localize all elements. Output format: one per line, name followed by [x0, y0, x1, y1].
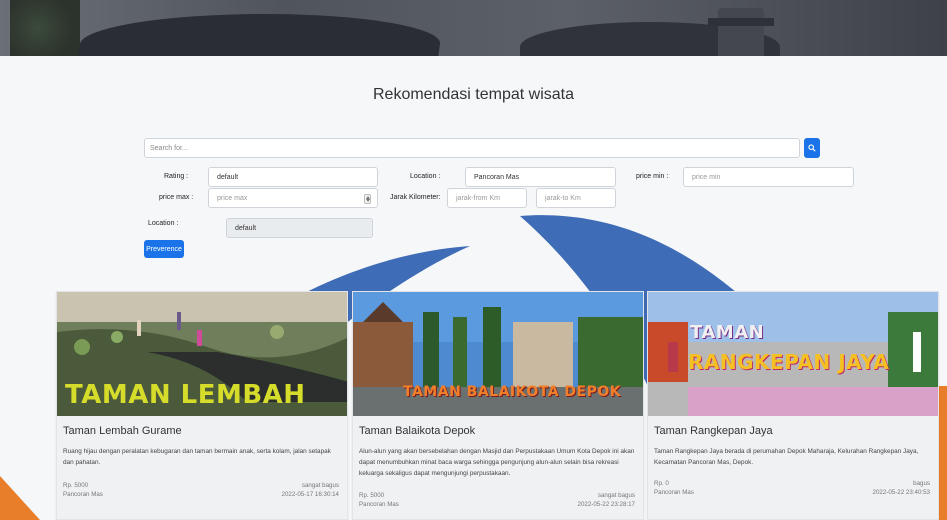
rating-field[interactable]: default [208, 167, 378, 187]
place-rating: sangat bagus [597, 492, 635, 499]
place-rating: bagus [913, 480, 930, 487]
price-min-label: price min : [636, 173, 669, 180]
sign-text: TAMAN LEMBAH [65, 380, 306, 410]
search-bar: Search for... [144, 138, 820, 158]
place-title[interactable]: Taman Lembah Gurame [63, 425, 182, 437]
place-date: 2022-05-22 23:28:17 [577, 501, 635, 508]
place-description: Alun-alun yang akan bersebelahan dengan … [359, 448, 635, 477]
place-card[interactable]: TAMAN RANGKEPAN JAYA Taman Rangkepan Jay… [647, 291, 939, 520]
place-date: 2022-05-17 16:30:14 [281, 491, 339, 498]
distance-to-input[interactable]: jarak-to Km [536, 188, 616, 208]
location-field[interactable]: Pancoran Mas [465, 167, 616, 187]
place-title[interactable]: Taman Balaikota Depok [359, 425, 475, 437]
location2-label: Location : [148, 220, 179, 227]
price-min-input[interactable]: price min [683, 167, 854, 187]
location2-field[interactable]: default [226, 218, 373, 238]
place-location: Pancoran Mas [359, 501, 399, 508]
place-image: TAMAN BALAIKOTA DEPOK [353, 292, 643, 416]
place-description: Taman Rangkepan Jaya berada di perumahan… [654, 448, 919, 466]
place-price: Rp. 5000 [359, 492, 385, 499]
sign-text-bottom: RANGKEPAN JAYA [688, 350, 890, 374]
location-label: Location : [410, 173, 441, 180]
place-location: Pancoran Mas [654, 489, 694, 496]
sign-text-top: TAMAN [690, 322, 765, 343]
place-title[interactable]: Taman Rangkepan Jaya [654, 425, 773, 437]
place-description: Ruang hijau dengan peralatan kebugaran d… [63, 448, 331, 466]
distance-from-input[interactable]: jarak-from Km [447, 188, 527, 208]
hero-banner-image [0, 0, 947, 56]
sign-text: TAMAN BALAIKOTA DEPOK [403, 384, 622, 400]
number-spinner-icon[interactable] [364, 194, 371, 204]
page: Rekomendasi tempat wisata Search for... … [0, 0, 947, 520]
search-input[interactable]: Search for... [144, 138, 800, 158]
place-card[interactable]: TAMAN BALAIKOTA DEPOK Taman Balaikota De… [352, 291, 644, 520]
place-date: 2022-05-22 23:40:53 [872, 489, 930, 496]
search-icon [808, 144, 816, 152]
price-max-placeholder: price max [217, 194, 248, 202]
place-location: Pancoran Mas [63, 491, 103, 498]
place-image: TAMAN RANGKEPAN JAYA [648, 292, 938, 416]
place-card[interactable]: TAMAN LEMBAH Taman Lembah Gurame Ruang h… [56, 291, 348, 520]
place-price: Rp. 0 [654, 480, 669, 487]
price-max-input[interactable]: price max [208, 188, 378, 208]
page-title: Rekomendasi tempat wisata [373, 86, 574, 103]
distance-label: Jarak Kilometer: [390, 194, 441, 201]
place-image: TAMAN LEMBAH [57, 292, 347, 416]
price-max-label: price max : [159, 194, 194, 201]
search-button[interactable] [804, 138, 820, 158]
preference-button[interactable]: Preverence [144, 240, 184, 258]
place-price: Rp. 5000 [63, 482, 89, 489]
place-rating: sangat bagus [301, 482, 339, 489]
rating-label: Rating : [164, 173, 189, 180]
